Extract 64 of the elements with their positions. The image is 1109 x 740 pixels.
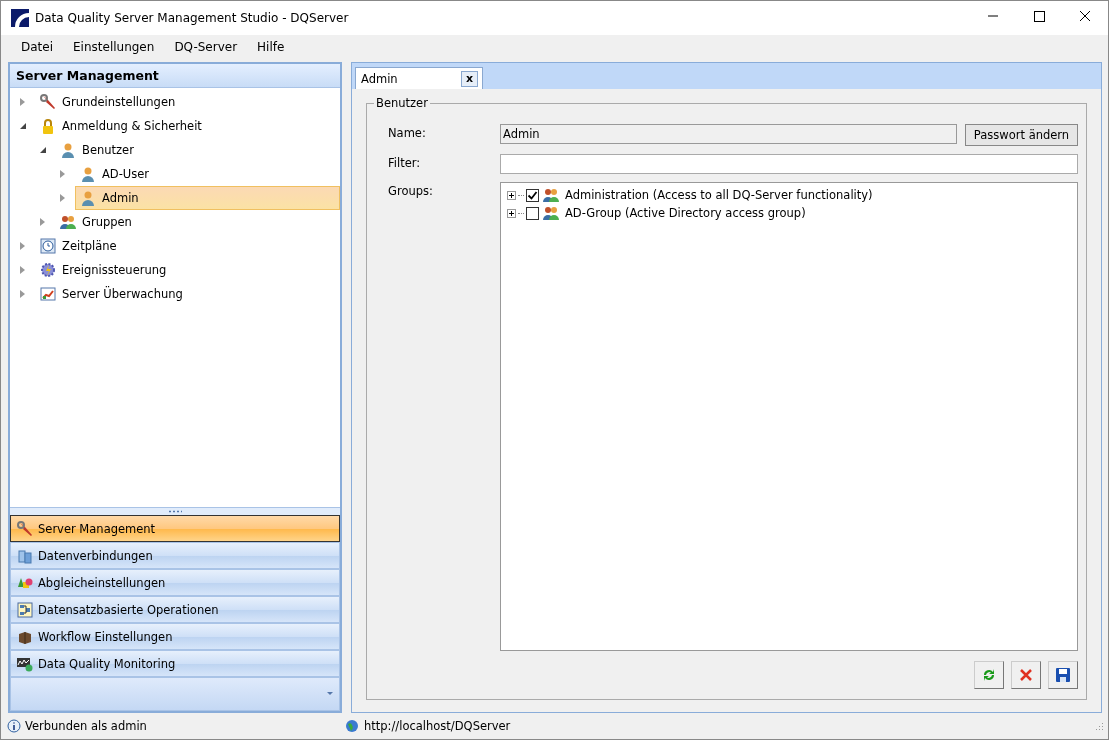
tree-item[interactable]: Admin: [75, 186, 340, 210]
monitor-chart-icon: [17, 655, 33, 672]
clock-icon: [40, 238, 56, 254]
user-icon: [60, 142, 76, 158]
menu-item[interactable]: Hilfe: [247, 40, 295, 54]
menu-item[interactable]: Datei: [11, 40, 63, 54]
cylinders-icon: [17, 547, 33, 564]
globe-icon: [345, 719, 359, 733]
padlock-icon: [40, 118, 56, 134]
tree-item[interactable]: Anmeldung & Sicherheit: [35, 114, 340, 138]
expand-box-icon[interactable]: [507, 190, 516, 200]
tree-item[interactable]: Grundeinstellungen: [35, 90, 340, 114]
nav-button[interactable]: Server Management: [10, 515, 340, 542]
group-title: Benutzer: [374, 96, 430, 110]
name-field[interactable]: Admin: [500, 124, 957, 144]
nav-button[interactable]: Data Quality Monitoring: [10, 650, 340, 677]
tree-item[interactable]: Zeitpläne: [35, 234, 340, 258]
user-icon: [80, 166, 96, 182]
field-label: Name:: [388, 125, 427, 142]
group-label: Administration (Access to all DQ-Server functionality): [565, 188, 873, 202]
refresh-icon: [981, 667, 997, 683]
collapse-arrow-icon[interactable]: [18, 121, 28, 131]
checkbox[interactable]: [526, 206, 539, 220]
tree-item[interactable]: AD-User: [75, 162, 340, 186]
dropdown-caret-icon[interactable]: [327, 692, 333, 696]
group-label: AD-Group (Active Directory access group): [565, 206, 806, 220]
window-title: Data Quality Server Management Studio - DQServer: [35, 11, 350, 25]
app-logo-icon: [11, 9, 29, 27]
field-label: Groups:: [388, 183, 434, 200]
field-label: Filter:: [388, 155, 422, 172]
tree-item[interactable]: Ereignissteuerung: [35, 258, 340, 282]
tree-item[interactable]: Benutzer: [55, 138, 340, 162]
users-icon: [543, 205, 559, 221]
tab-close-button[interactable]: x: [461, 70, 478, 87]
splitter-grip-icon[interactable]: [168, 510, 182, 513]
tab[interactable]: Admin x: [355, 67, 483, 89]
delete-button[interactable]: [1011, 661, 1041, 689]
users-icon: [60, 214, 76, 230]
tree-item[interactable]: Server Überwachung: [35, 282, 340, 306]
status-text: Verbunden als admin: [25, 719, 147, 733]
collapse-arrow-icon[interactable]: [38, 145, 48, 155]
nav-button[interactable]: Workflow Einstellungen: [10, 623, 340, 650]
menu-item[interactable]: Einstellungen: [63, 40, 165, 54]
filter-field[interactable]: [500, 154, 1078, 174]
panel-title: Server Management: [10, 64, 340, 88]
flowchart-icon: [17, 601, 33, 618]
change-password-button[interactable]: Passwort ändern: [965, 124, 1078, 146]
refresh-button[interactable]: [974, 661, 1004, 689]
resize-grip-icon: [1094, 721, 1104, 731]
checkbox[interactable]: [526, 188, 539, 202]
users-icon: [543, 187, 559, 203]
chart-window-icon: [40, 286, 56, 302]
user-icon: [80, 190, 96, 206]
save-button[interactable]: [1048, 661, 1078, 689]
status-url: http://localhost/DQServer: [364, 719, 511, 733]
nav-button[interactable]: Datensatzbasierte Operationen: [10, 596, 340, 623]
tree-item[interactable]: Gruppen: [55, 210, 340, 234]
menu-item[interactable]: DQ-Server: [164, 40, 248, 54]
nav-button[interactable]: Datenverbindungen: [10, 542, 340, 569]
nav-button[interactable]: Abgleicheinstellungen: [10, 569, 340, 596]
close-icon: [1018, 667, 1034, 683]
info-icon: [7, 719, 21, 733]
expand-box-icon[interactable]: [507, 208, 516, 218]
gear-icon: [40, 262, 56, 278]
